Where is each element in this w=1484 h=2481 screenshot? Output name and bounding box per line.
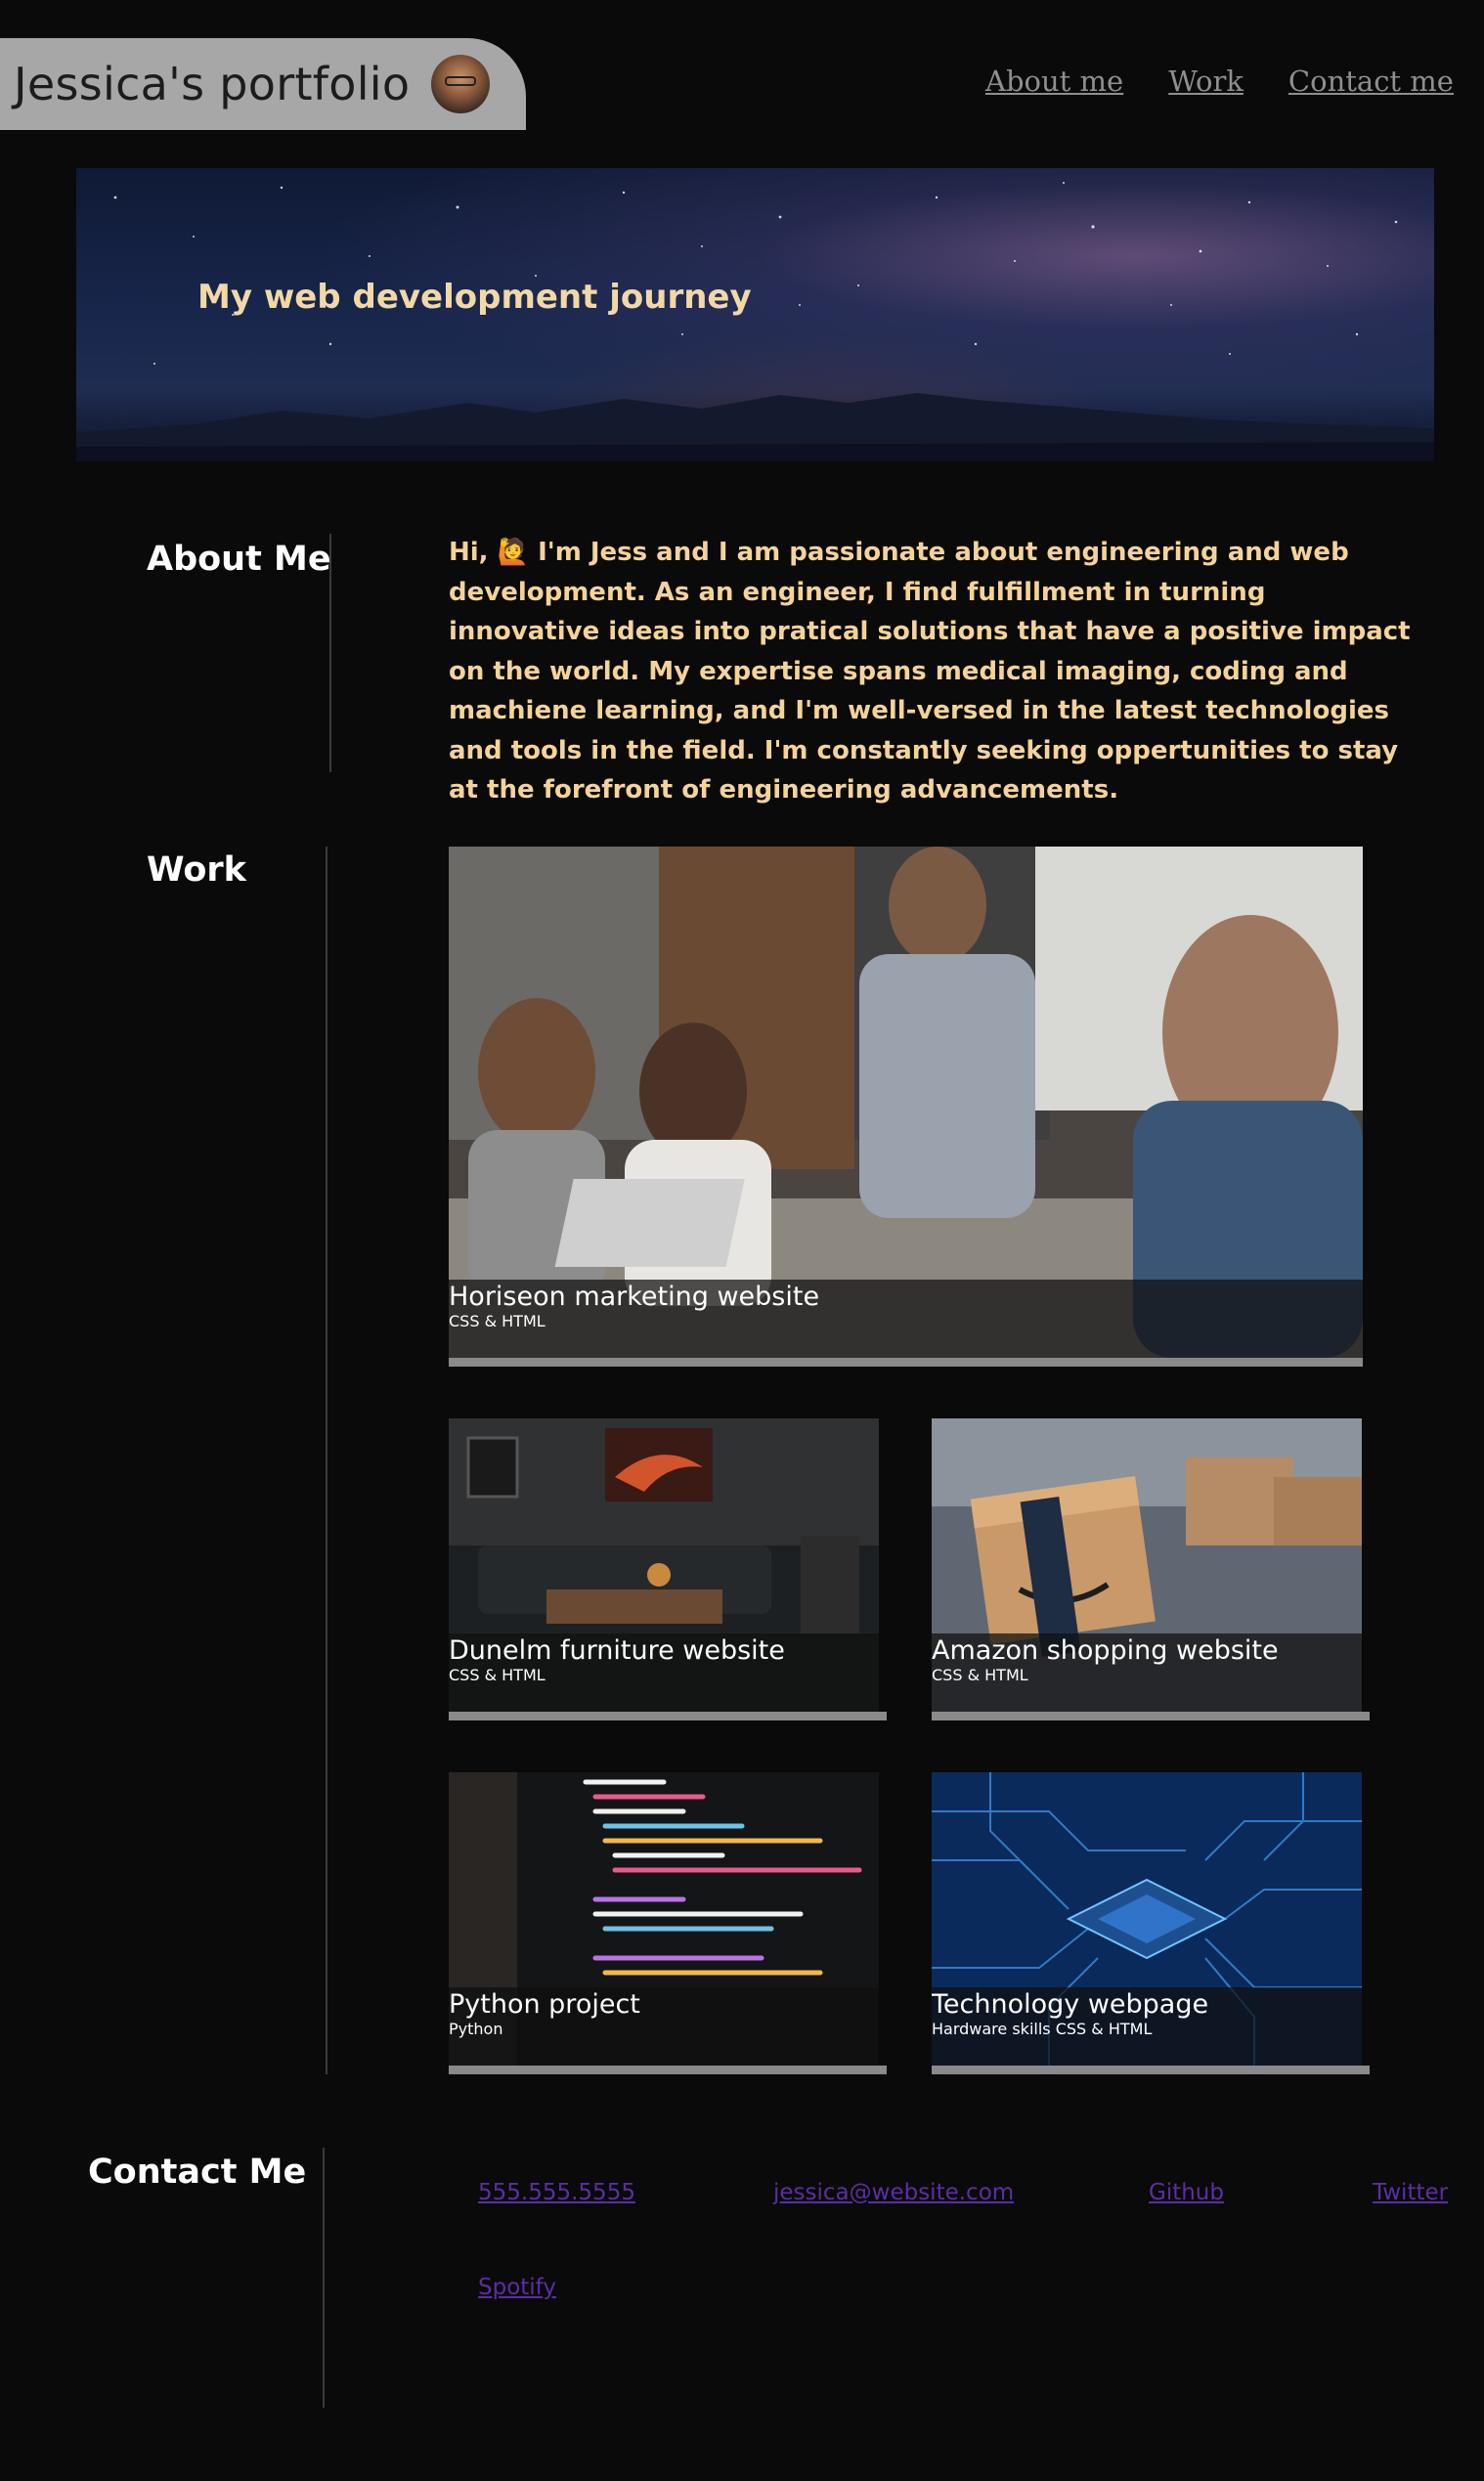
project-card-dunelm[interactable]: Dunelm furniture website CSS & HTML xyxy=(449,1418,879,1712)
nav-contact-me[interactable]: Contact me xyxy=(1288,65,1454,98)
glasses-icon xyxy=(445,76,477,86)
contact-divider xyxy=(323,2148,325,2408)
project-card-bar xyxy=(449,2066,887,2074)
project-caption: Amazon shopping website CSS & HTML xyxy=(932,1633,1362,1712)
project-subtitle: Python xyxy=(449,2020,503,2038)
project-card-horiseon[interactable]: Horiseon marketing website CSS & HTML xyxy=(449,847,1363,1358)
contact-twitter-link[interactable]: Twitter xyxy=(1373,2180,1448,2205)
project-title: Technology webpage xyxy=(932,1989,1209,2020)
main-nav: About me Work Contact me xyxy=(985,65,1484,98)
project-subtitle: CSS & HTML xyxy=(449,1666,546,1684)
project-title: Amazon shopping website xyxy=(932,1635,1279,1666)
contact-github-link[interactable]: Github xyxy=(1149,2180,1224,2205)
project-caption: Technology webpage Hardware skills CSS &… xyxy=(932,1987,1362,2066)
project-title: Python project xyxy=(449,1989,640,2020)
hero-banner: My web development journey xyxy=(76,168,1434,461)
site-title: Jessica's portfolio xyxy=(14,58,411,110)
project-card-bar xyxy=(932,1712,1370,1720)
project-card-bar xyxy=(932,2066,1370,2074)
about-heading: About Me xyxy=(147,540,331,579)
about-body: I'm Jess and I am passionate about engin… xyxy=(449,538,1411,805)
project-card-technology[interactable]: Technology webpage Hardware skills CSS &… xyxy=(932,1772,1362,2066)
brand-banner: Jessica's portfolio xyxy=(0,38,526,130)
work-heading: Work xyxy=(147,850,246,890)
work-divider xyxy=(326,847,327,2074)
contact-email-link[interactable]: jessica@website.com xyxy=(773,2180,1014,2205)
about-intro: Hi, xyxy=(449,538,489,567)
waving-hand-icon: 🙋 xyxy=(497,538,529,567)
contact-heading: Contact Me xyxy=(88,2153,307,2192)
nav-about-me[interactable]: About me xyxy=(985,65,1123,98)
project-card-python[interactable]: Python project Python xyxy=(449,1772,879,2066)
contact-spotify-link[interactable]: Spotify xyxy=(478,2275,556,2300)
project-caption: Python project Python xyxy=(449,1987,879,2066)
nav-work[interactable]: Work xyxy=(1168,65,1244,98)
project-title: Horiseon marketing website xyxy=(449,1282,820,1312)
project-caption: Dunelm furniture website CSS & HTML xyxy=(449,1633,879,1712)
about-divider xyxy=(329,534,331,772)
about-paragraph: Hi, 🙋 I'm Jess and I am passionate about… xyxy=(449,533,1412,810)
project-subtitle: CSS & HTML xyxy=(449,1312,546,1330)
project-card-amazon[interactable]: Amazon shopping website CSS & HTML xyxy=(932,1418,1362,1712)
project-subtitle: CSS & HTML xyxy=(932,1666,1028,1684)
project-card-bar xyxy=(449,1712,887,1720)
contact-phone-link[interactable]: 555.555.5555 xyxy=(478,2180,635,2205)
project-title: Dunelm furniture website xyxy=(449,1635,785,1666)
project-caption: Horiseon marketing website CSS & HTML xyxy=(449,1280,1363,1358)
profile-avatar xyxy=(431,55,491,113)
project-subtitle: Hardware skills CSS & HTML xyxy=(932,2020,1153,2038)
project-card-bar xyxy=(449,1358,1363,1367)
hero-title: My web development journey xyxy=(197,278,752,317)
